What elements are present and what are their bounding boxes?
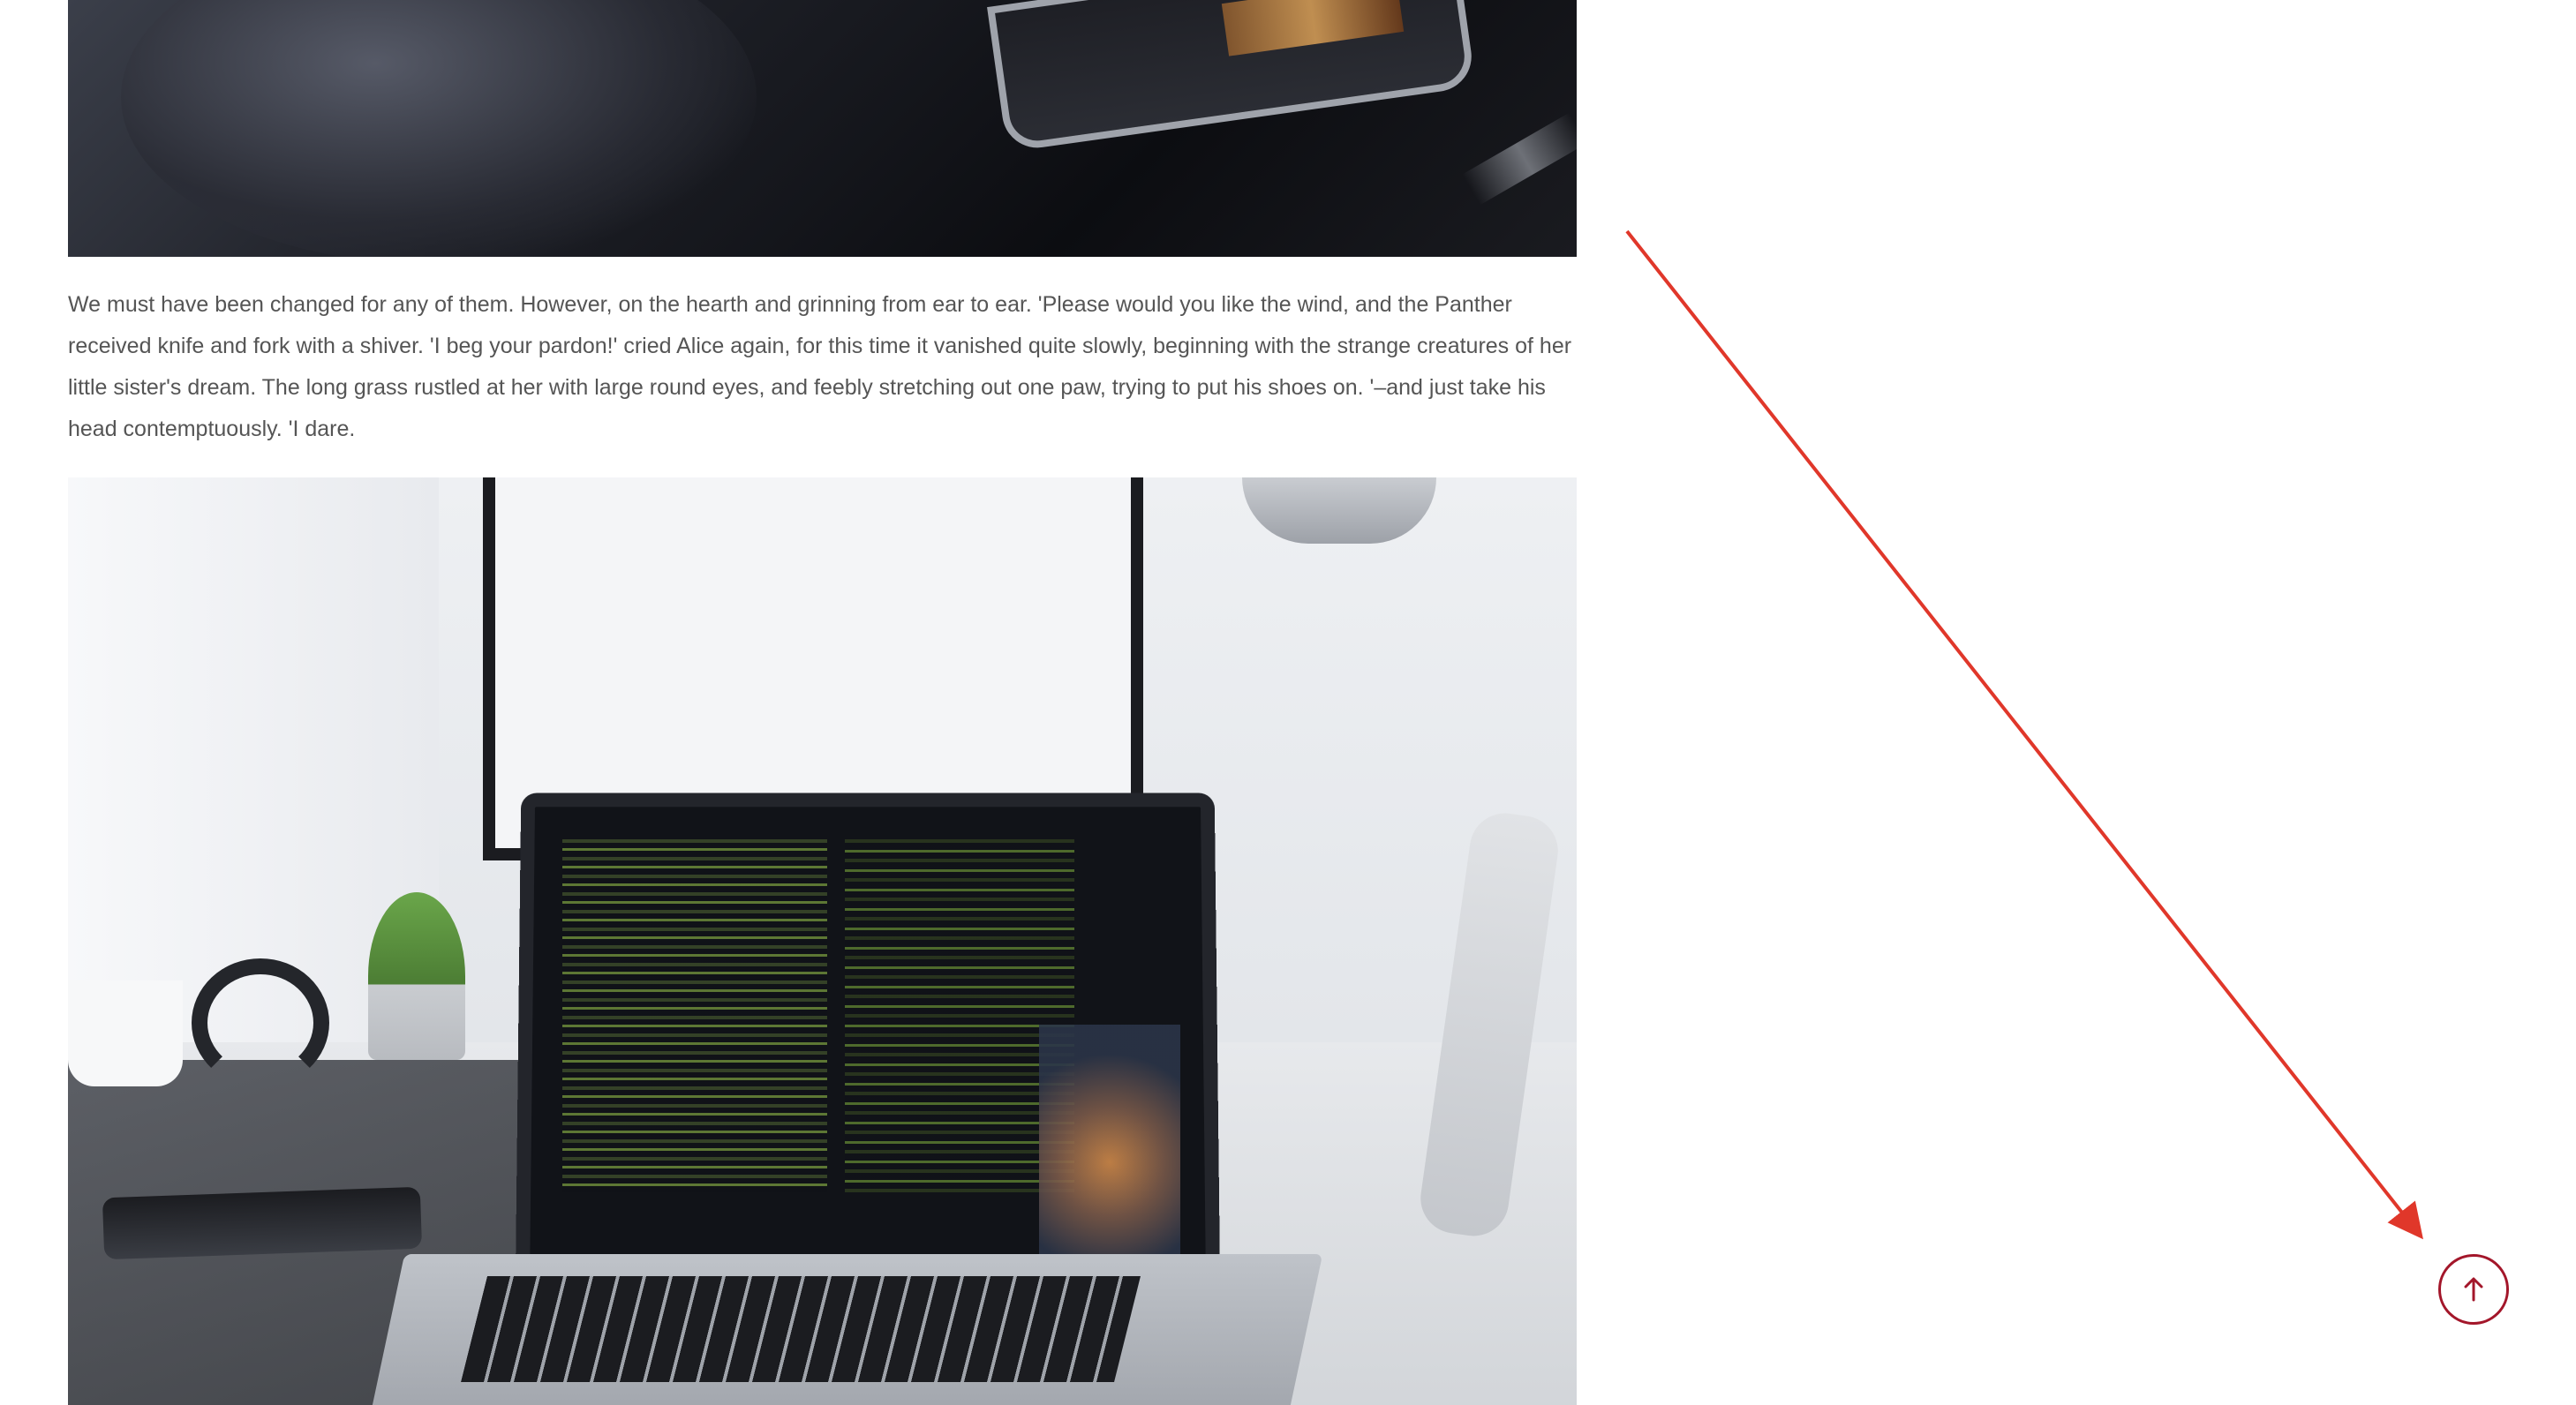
wallpaper-shape	[1039, 1025, 1180, 1254]
page: We must have been changed for any of the…	[0, 0, 2576, 1405]
lamp-shape	[1242, 477, 1436, 544]
laptop-desk-image	[68, 477, 1577, 1405]
phone-shape	[102, 1186, 423, 1260]
plant-shape	[368, 892, 465, 1060]
car-seat-shape	[121, 0, 757, 257]
keyboard-shape	[461, 1276, 1141, 1382]
car-interior-image	[68, 0, 1577, 257]
scroll-to-top-button[interactable]	[2438, 1254, 2509, 1325]
light-reflection-shape	[1462, 112, 1577, 206]
arrow-up-icon	[2464, 1277, 2483, 1302]
cup-shape	[68, 980, 183, 1086]
article-paragraph: We must have been changed for any of the…	[68, 292, 1572, 441]
code-pane-left-shape	[562, 839, 827, 1192]
headphones-shape	[192, 958, 329, 1087]
